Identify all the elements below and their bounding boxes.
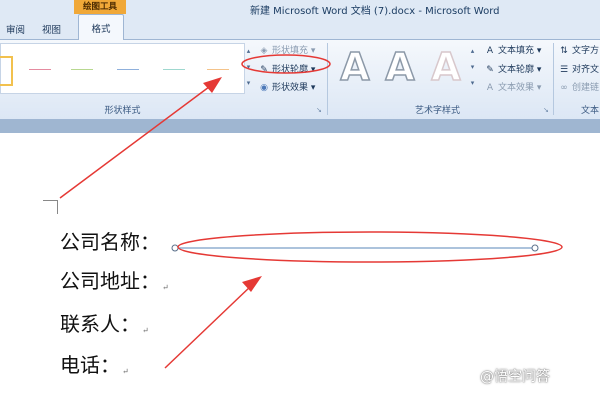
line-start-handle[interactable] — [171, 244, 179, 252]
line-end-handle[interactable] — [531, 244, 539, 252]
watermark: @悟空问答 — [480, 369, 550, 385]
selected-line-shape[interactable] — [0, 0, 600, 401]
